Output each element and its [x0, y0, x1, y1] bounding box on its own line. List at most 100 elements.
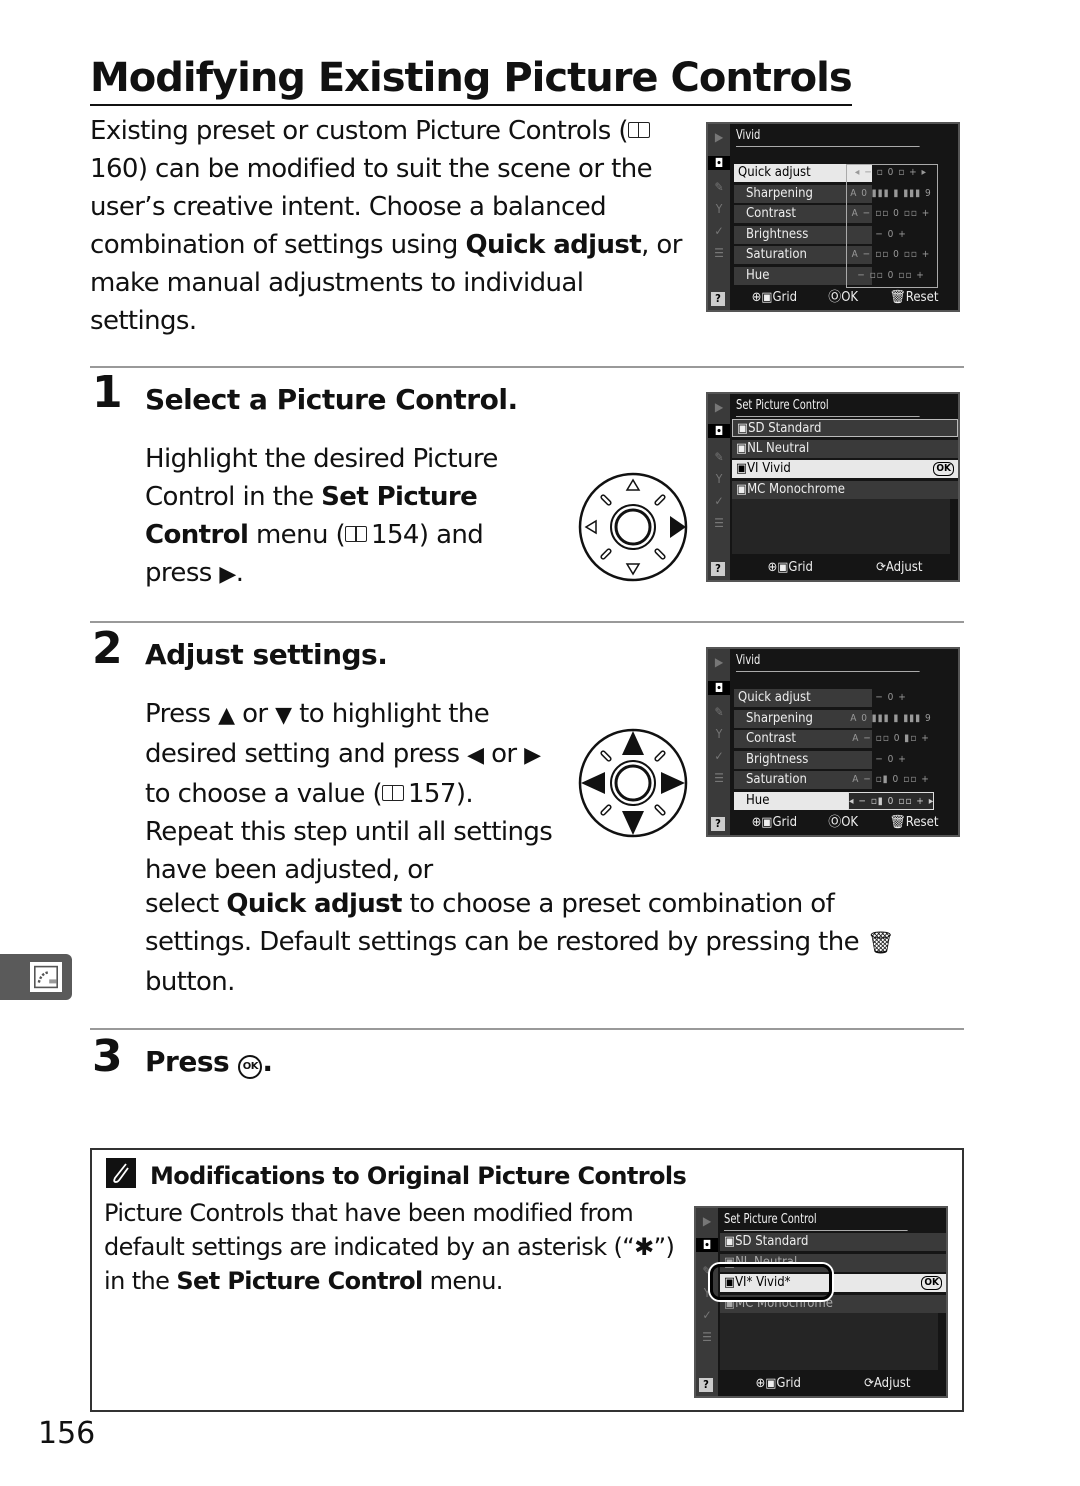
- screen-footer: ⊕▣Grid ⟳Adjust: [724, 1374, 942, 1394]
- screen-title: Vivid: [736, 652, 920, 672]
- value-sharpening: A 0 ▮▮▮ ▮ ▮▮▮ 9: [850, 188, 932, 199]
- quick-adjust-term: Quick adjust: [465, 230, 642, 260]
- value-brightness: − 0 +: [875, 754, 907, 765]
- help-icon: ?: [699, 1378, 713, 1392]
- pencil-icon: ✎: [714, 180, 724, 194]
- pencil-icon: ✎: [714, 450, 724, 464]
- camera-icon: ◘: [696, 1238, 718, 1252]
- recent-settings-icon: ☰: [714, 516, 724, 530]
- menu-sidebar: ▶ ◘ ✎ Y ✓ ☰ ?: [708, 394, 730, 580]
- screen-footer: ⊕▣Grid ⓄOK 🗑Reset: [736, 813, 954, 833]
- retouch-icon: ✓: [714, 224, 724, 238]
- value-quick-adjust: ◂ − ▫ 0 ▫ + ▸: [854, 167, 928, 178]
- camera-screen-set-picture-control-modified: ▶ ◘ ✎ Y ✓ ☰ ? Set Picture Control ▣SD St…: [694, 1206, 948, 1398]
- picture-control-neutral[interactable]: ▣NL Neutral: [732, 440, 958, 458]
- pencil-icon: ✎: [714, 705, 724, 719]
- playback-icon: ▶: [714, 130, 724, 144]
- grid-button-hint: ⊕▣Grid: [751, 290, 797, 305]
- picture-control-standard[interactable]: ▣SD Standard: [732, 419, 958, 437]
- intro-paragraph: Existing preset or custom Picture Contro…: [90, 112, 690, 340]
- book-reference-icon: [627, 122, 650, 138]
- value-contrast: A − ▫▫ 0 ▫▫ +: [851, 208, 931, 219]
- step-title: Adjust settings.: [145, 638, 388, 671]
- screen-title: Vivid: [736, 127, 920, 147]
- value-hue: ◂ − ▫▮ 0 ▫▫ + ▸: [848, 792, 934, 810]
- value-contrast: A − ▫▫ 0 ▮▫ +: [852, 733, 930, 744]
- grid-button-hint: ⊕▣Grid: [755, 1376, 801, 1391]
- paperclip-icon: [106, 1158, 136, 1188]
- page-reference[interactable]: 154: [371, 520, 419, 550]
- retouch-icon: ✓: [714, 749, 724, 763]
- wrench-icon: Y: [715, 472, 723, 486]
- asterisk-glyph: ✱: [634, 1233, 654, 1261]
- page-number: 156: [38, 1416, 96, 1451]
- up-arrow-icon: ▲: [218, 703, 235, 728]
- reset-button-hint: 🗑Reset: [889, 815, 939, 830]
- picture-control-standard[interactable]: ▣SD Standard: [720, 1233, 946, 1251]
- playback-icon: ▶: [714, 400, 724, 414]
- help-icon: ?: [711, 292, 725, 306]
- recent-settings-icon: ☰: [714, 246, 724, 260]
- reset-button-hint: 🗑Reset: [889, 290, 939, 305]
- down-arrow-icon: ▼: [275, 703, 292, 728]
- quick-adjust-term: Quick adjust: [226, 889, 402, 919]
- value-quick-adjust: − 0 +: [875, 692, 907, 703]
- menu-sidebar: ▶ ◘ ✎ Y ✓ ☰ ?: [708, 649, 730, 835]
- set-picture-control-term: Set Picture Control: [176, 1267, 423, 1295]
- page-reference[interactable]: 157: [408, 779, 456, 809]
- intro-text: Existing preset or custom Picture Contro…: [90, 116, 629, 146]
- menu-sidebar: ▶ ◘ ✎ Y ✓ ☰ ?: [708, 124, 730, 310]
- ok-badge: OK: [921, 1276, 942, 1290]
- step-number: 2: [92, 623, 123, 674]
- value-brightness: − 0 +: [875, 229, 907, 240]
- grid-button-hint: ⊕▣Grid: [767, 560, 813, 575]
- book-reference-icon: [381, 785, 404, 801]
- step-number: 3: [92, 1031, 123, 1082]
- camera-icon: ◘: [708, 424, 730, 438]
- step-body: Highlight the desired Picture Control in…: [145, 440, 555, 594]
- step-number: 1: [92, 367, 123, 418]
- recent-settings-icon: ☰: [702, 1330, 712, 1344]
- page-title: Modifying Existing Picture Controls: [90, 52, 853, 106]
- ok-badge: OK: [933, 462, 954, 476]
- step-title: Press OK.: [145, 1045, 273, 1079]
- multi-selector-all-directions-icon: [578, 728, 688, 838]
- retouch-icon: ✓: [702, 1308, 712, 1322]
- menu-sidebar: ▶ ◘ ✎ Y ✓ ☰ ?: [696, 1208, 718, 1396]
- wrench-icon: Y: [715, 202, 723, 216]
- value-saturation: A − ▫▫ 0 ▫▫ +: [851, 249, 931, 260]
- camera-icon: ◘: [708, 156, 730, 170]
- note-box: Modifications to Original Picture Contro…: [90, 1148, 964, 1412]
- section-divider: [90, 366, 964, 368]
- section-divider: [90, 621, 964, 623]
- value-saturation: A − ▫▮ 0 ▫▫ +: [852, 774, 930, 785]
- wrench-icon: Y: [715, 727, 723, 741]
- picture-control-monochrome[interactable]: ▣MC Monochrome: [732, 481, 958, 499]
- step-title: Select a Picture Control.: [145, 383, 518, 416]
- book-reference-icon: [345, 526, 368, 542]
- right-arrow-icon: ▶: [219, 562, 236, 587]
- multi-selector-right-icon: [578, 472, 688, 582]
- step-body: Press ▲ or ▼ to highlight the desired se…: [145, 699, 553, 885]
- picture-control-vivid[interactable]: ▣VI Vivid OK: [732, 460, 958, 478]
- page-reference[interactable]: 160: [90, 154, 138, 184]
- camera-icon: ◘: [708, 681, 730, 695]
- help-icon: ?: [711, 817, 725, 831]
- ok-button-icon: OK: [238, 1055, 263, 1079]
- screen-title: Set Picture Control: [724, 1211, 908, 1231]
- chapter-tab: [0, 954, 72, 1000]
- right-arrow-icon: ▶: [524, 743, 541, 768]
- adjust-button-hint: ⟳Adjust: [864, 1376, 911, 1391]
- camera-screen-vivid-hue: ▶ ◘ ✎ Y ✓ ☰ ? Vivid Quick adjust Sharpen…: [706, 647, 960, 837]
- playback-icon: ▶: [702, 1214, 712, 1228]
- screen-footer: ⊕▣Grid ⟳Adjust: [736, 558, 954, 578]
- picture-control-icon: [30, 962, 62, 992]
- help-icon: ?: [711, 562, 725, 576]
- value-sharpening: A 0 ▮▮▮ ▮ ▮▮▮ 9: [850, 713, 932, 724]
- recent-settings-icon: ☰: [714, 771, 724, 785]
- ok-button-hint: ⓄOK: [828, 290, 859, 305]
- trash-icon: 🗑: [866, 931, 895, 956]
- screen-footer: ⊕▣Grid ⓄOK 🗑Reset: [736, 288, 954, 308]
- camera-screen-vivid-quick-adjust: ▶ ◘ ✎ Y ✓ ☰ ? Vivid Quick adjust Sharpen…: [706, 122, 960, 312]
- value-hue: − ▫▫ 0 ▫▫ +: [857, 270, 925, 281]
